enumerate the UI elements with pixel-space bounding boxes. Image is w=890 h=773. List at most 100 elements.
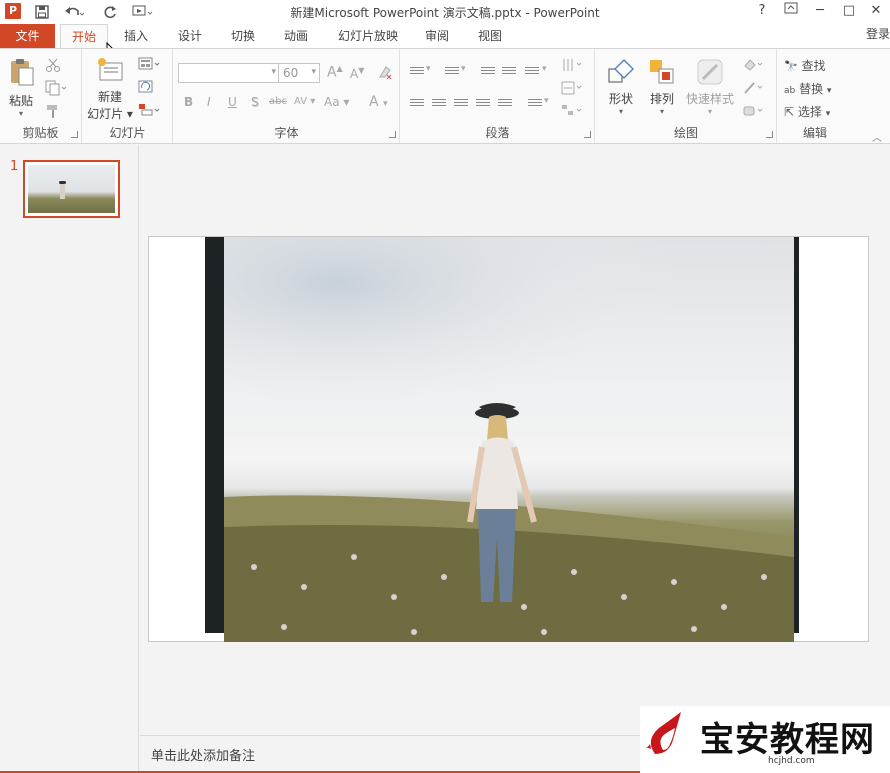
shapes-icon: [608, 59, 634, 83]
powerpoint-window: P 新建Microsoft PowerPoint 演示文稿.pptx - Pow…: [0, 0, 890, 773]
paragraph-dialog-launcher[interactable]: [584, 131, 591, 138]
title-bar: P 新建Microsoft PowerPoint 演示文稿.pptx - Pow…: [0, 0, 890, 24]
new-slide-button[interactable]: 新建 幻灯片 ▾: [87, 55, 133, 122]
text-direction-icon[interactable]: [561, 57, 585, 76]
reset-icon[interactable]: [138, 80, 154, 97]
font-color-button[interactable]: A ▾: [369, 94, 388, 110]
shapes-dropdown-icon[interactable]: ▾: [602, 107, 640, 116]
drawing-dialog-launcher[interactable]: [766, 131, 773, 138]
new-slide-label-2: 幻灯片 ▾: [87, 107, 133, 121]
numbering-icon[interactable]: [445, 67, 459, 79]
tab-view[interactable]: 视图: [468, 24, 512, 48]
arrange-icon: [650, 60, 674, 84]
slide-editing-area[interactable]: [140, 145, 890, 735]
tab-slideshow[interactable]: 幻灯片放映: [330, 24, 406, 48]
numbering-dropdown-icon[interactable]: ▾: [461, 64, 466, 74]
replace-button[interactable]: ab 替换 ▾: [784, 80, 831, 97]
shape-fill-icon[interactable]: [742, 57, 766, 76]
image-left-edge: [205, 237, 225, 633]
ribbon-tabs: 文件 开始 插入 设计 切换 动画 幻灯片放映 审阅 视图 登录: [0, 24, 890, 60]
text-shadow-button[interactable]: S: [251, 95, 259, 109]
quick-styles-button[interactable]: 快速样式 ▾: [682, 57, 738, 116]
shape-effects-icon[interactable]: [742, 103, 766, 122]
bullets-icon[interactable]: [410, 67, 424, 79]
font-size-value: 60: [283, 66, 299, 80]
clear-formatting-icon[interactable]: [377, 64, 393, 83]
drawing-group-label: 绘图: [673, 126, 698, 140]
layout-icon[interactable]: [138, 57, 162, 74]
increase-indent-icon[interactable]: [502, 67, 516, 79]
justify-icon[interactable]: [476, 99, 490, 111]
tab-insert[interactable]: 插入: [114, 24, 158, 48]
tab-design[interactable]: 设计: [168, 24, 212, 48]
group-drawing: 形状 ▾ 排列 ▾ 快速样式 ▾ 绘图: [596, 49, 777, 143]
tab-animations[interactable]: 动画: [274, 24, 318, 48]
underline-button[interactable]: U: [228, 95, 237, 109]
tab-file[interactable]: 文件: [0, 24, 55, 48]
font-name-combo[interactable]: ▾: [178, 63, 280, 83]
grow-font-button[interactable]: A▲: [327, 64, 343, 81]
minimize-button[interactable]: ─: [809, 2, 831, 20]
decrease-indent-icon[interactable]: [481, 67, 495, 79]
copy-icon[interactable]: [45, 80, 67, 99]
columns-icon[interactable]: [528, 99, 542, 111]
maximize-button[interactable]: □: [838, 2, 860, 20]
tab-transitions[interactable]: 切换: [221, 24, 265, 48]
start-from-beginning-icon[interactable]: [130, 3, 156, 21]
shapes-label: 形状: [608, 92, 633, 106]
collapse-ribbon-icon[interactable]: ︿: [872, 129, 882, 144]
section-icon[interactable]: [138, 103, 162, 120]
quick-styles-dropdown-icon[interactable]: ▾: [682, 107, 738, 116]
quick-styles-icon: [697, 59, 723, 85]
font-name-dropdown-icon[interactable]: ▾: [271, 67, 276, 77]
paste-label: 粘贴: [8, 94, 33, 108]
format-painter-icon[interactable]: [45, 103, 61, 122]
slide-photo[interactable]: [224, 237, 794, 642]
powerpoint-logo-icon[interactable]: P: [5, 3, 21, 19]
tab-review[interactable]: 审阅: [415, 24, 459, 48]
shapes-button[interactable]: 形状 ▾: [602, 57, 640, 116]
italic-button[interactable]: I: [207, 95, 211, 109]
undo-icon[interactable]: [60, 3, 88, 21]
distributed-icon[interactable]: [498, 99, 512, 111]
group-paragraph: ▾ ▾ ▾ ▾ 段落: [401, 49, 595, 143]
align-left-icon[interactable]: [410, 99, 424, 111]
line-spacing-icon[interactable]: [525, 67, 539, 79]
line-spacing-dropdown-icon[interactable]: ▾: [542, 64, 547, 74]
select-button[interactable]: ⇱ 选择 ▾: [784, 103, 830, 120]
slide-thumbnail[interactable]: [23, 160, 120, 218]
redo-icon[interactable]: [102, 3, 120, 21]
close-button[interactable]: ✕: [865, 2, 887, 20]
columns-dropdown-icon[interactable]: ▾: [544, 96, 549, 106]
convert-to-smartart-icon[interactable]: [561, 103, 585, 122]
bold-button[interactable]: B: [184, 95, 193, 109]
align-text-icon[interactable]: [561, 80, 585, 99]
group-editing: 🔭 查找 ab 替换 ▾ ⇱ 选择 ▾ 编辑: [778, 49, 852, 143]
cut-icon[interactable]: [45, 57, 61, 76]
paste-button[interactable]: 粘贴 ▾: [4, 57, 38, 118]
align-right-icon[interactable]: [454, 99, 468, 111]
font-dialog-launcher[interactable]: [389, 131, 396, 138]
font-size-dropdown-icon[interactable]: ▾: [311, 67, 316, 77]
clipboard-dialog-launcher[interactable]: [71, 131, 78, 138]
change-case-button[interactable]: Aa ▾: [324, 95, 349, 109]
align-center-icon[interactable]: [432, 99, 446, 111]
help-button[interactable]: ?: [751, 2, 773, 20]
sign-in-link[interactable]: 登录: [866, 24, 890, 48]
arrange-button[interactable]: 排列 ▾: [644, 57, 680, 116]
paste-dropdown-icon[interactable]: ▾: [4, 109, 38, 118]
shrink-font-button[interactable]: A▼: [350, 66, 364, 81]
slide[interactable]: [148, 236, 869, 642]
shape-outline-icon[interactable]: [742, 80, 766, 99]
watermark-brand: 宝安教程网: [700, 720, 875, 760]
find-button[interactable]: 🔭 查找: [784, 57, 826, 74]
strikethrough-button[interactable]: abc: [269, 96, 287, 107]
save-icon[interactable]: [32, 3, 52, 21]
bullets-dropdown-icon[interactable]: ▾: [426, 64, 431, 74]
ribbon-display-options-icon[interactable]: [780, 2, 802, 20]
tab-home[interactable]: 开始: [60, 24, 108, 49]
character-spacing-button[interactable]: AV ▾: [294, 96, 315, 107]
font-size-combo[interactable]: 60 ▾: [278, 63, 320, 83]
arrange-dropdown-icon[interactable]: ▾: [644, 107, 680, 116]
slide-thumbnail-panel[interactable]: 1: [0, 145, 139, 771]
